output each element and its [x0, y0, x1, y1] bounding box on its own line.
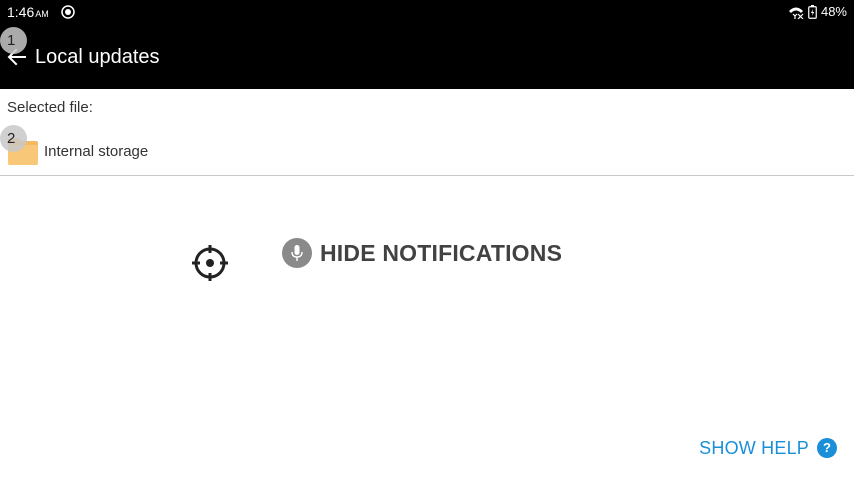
microphone-icon: [282, 238, 312, 268]
help-icon: ?: [817, 438, 837, 458]
battery-charging-icon: [808, 5, 817, 19]
crosshair-icon[interactable]: [191, 244, 229, 282]
show-help-button[interactable]: SHOW HELP ?: [699, 437, 837, 459]
internal-storage-item[interactable]: Internal storage: [0, 128, 854, 175]
selected-file-label: Selected file:: [7, 99, 93, 116]
overlay-badge-2: 2: [0, 125, 27, 152]
no-signal-icon: [788, 7, 804, 19]
page-title: Local updates: [35, 46, 160, 68]
internal-storage-label: Internal storage: [44, 143, 149, 160]
status-bar: 1:46AM 48%: [0, 0, 854, 24]
status-time-value: 1:46: [7, 4, 35, 20]
battery-percentage: 48%: [820, 4, 847, 19]
overlay-badge-1: 1: [0, 27, 27, 54]
hide-notifications-label: HIDE NOTIFICATIONS: [320, 239, 563, 266]
status-right-icons: 48%: [788, 4, 847, 20]
app-bar: Local updates: [0, 24, 854, 89]
status-time-ampm: AM: [35, 9, 49, 19]
show-help-label: SHOW HELP: [699, 437, 809, 458]
sync-icon: [61, 5, 75, 19]
divider: [0, 175, 854, 176]
hide-notifications-button[interactable]: HIDE NOTIFICATIONS: [282, 237, 562, 269]
status-time: 1:46AM: [7, 4, 49, 22]
